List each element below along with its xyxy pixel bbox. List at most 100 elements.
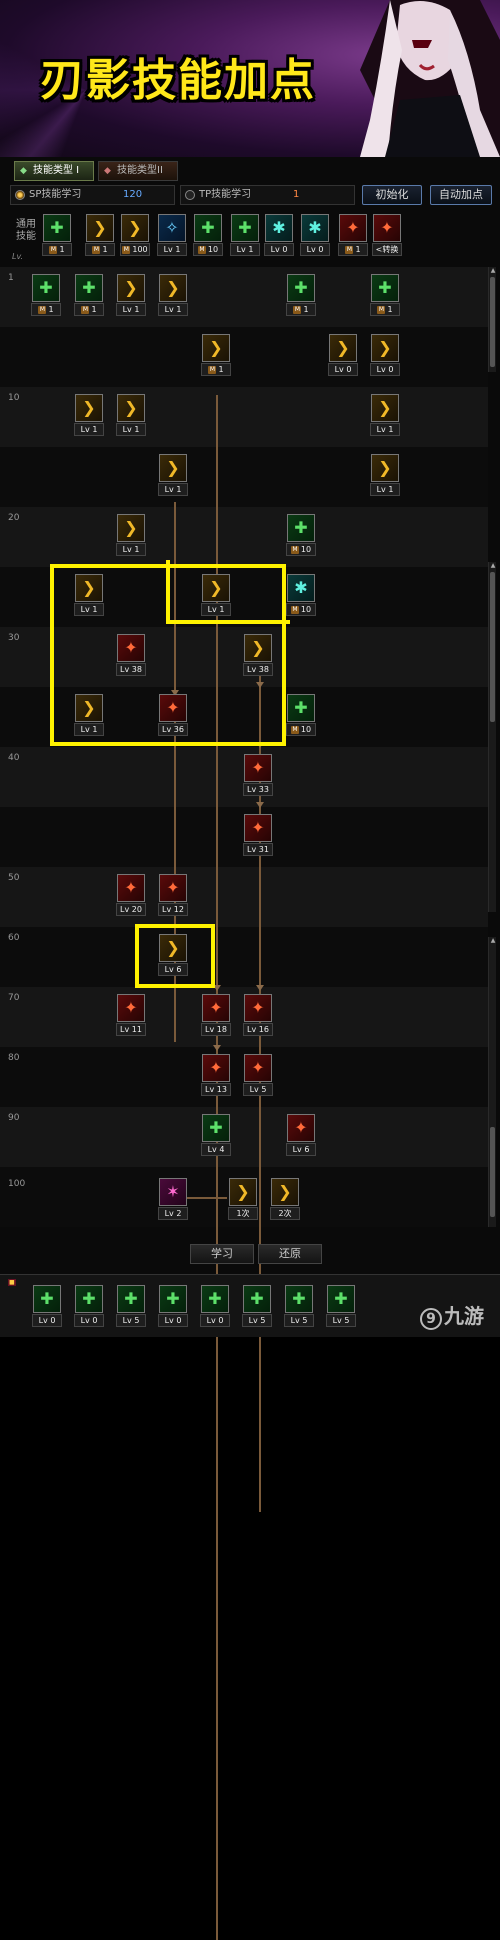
skill-icon[interactable]: ✦ <box>202 994 230 1022</box>
skill-icon[interactable]: ✦ <box>117 874 145 902</box>
skill-icon[interactable]: ✚ <box>75 1285 103 1313</box>
general-skill-slot[interactable]: ❯ M 100 <box>120 214 150 258</box>
skill-slot[interactable]: ✚ M 1 <box>74 274 104 318</box>
skill-icon[interactable]: ✚ <box>371 274 399 302</box>
skill-icon[interactable]: ❯ <box>371 334 399 362</box>
skill-slot[interactable]: ✦ Lv 20 <box>116 874 146 918</box>
skill-slot[interactable]: ❯ 1次 <box>228 1178 258 1222</box>
skill-slot[interactable]: ❯ Lv 1 <box>370 394 400 438</box>
skill-icon[interactable]: ✱ <box>265 214 293 242</box>
general-skill-slot[interactable]: ✱ Lv 0 <box>264 214 294 258</box>
skill-slot[interactable]: ❯ 2次 <box>270 1178 300 1222</box>
general-skill-slot[interactable]: ✦ M 1 <box>338 214 368 258</box>
skill-icon[interactable]: ❯ <box>117 274 145 302</box>
skill-icon[interactable]: ✦ <box>159 874 187 902</box>
skill-slot[interactable]: ❯ Lv 1 <box>158 454 188 498</box>
tab-skill-type-1[interactable]: ◆ 技能类型 I <box>14 161 94 181</box>
learn-button[interactable]: 学习 <box>190 1244 254 1264</box>
sp-learn-option[interactable]: SP技能学习 120 <box>10 185 175 205</box>
skill-icon[interactable]: ✚ <box>75 274 103 302</box>
skill-slot[interactable]: ❯ Lv 1 <box>116 394 146 438</box>
skill-icon[interactable]: ✱ <box>301 214 329 242</box>
skill-slot[interactable]: ✦ Lv 31 <box>243 814 273 858</box>
scroll-thumb[interactable] <box>490 277 495 367</box>
skill-slot[interactable]: ❯ Lv 1 <box>370 454 400 498</box>
skill-icon[interactable]: ✦ <box>244 994 272 1022</box>
skill-slot[interactable]: ✦ Lv 11 <box>116 994 146 1038</box>
skill-icon[interactable]: ✦ <box>244 754 272 782</box>
skill-slot[interactable]: ❯ Lv 1 <box>74 394 104 438</box>
skill-icon[interactable]: ✦ <box>117 994 145 1022</box>
skill-icon[interactable]: ✚ <box>287 514 315 542</box>
quick-slot[interactable]: ✚ Lv 0 <box>158 1285 188 1329</box>
skill-icon[interactable]: ✶ <box>159 1178 187 1206</box>
quick-slot[interactable]: ✚ Lv 5 <box>242 1285 272 1329</box>
skill-icon[interactable]: ✦ <box>373 214 401 242</box>
skill-icon[interactable]: ❯ <box>75 394 103 422</box>
skill-icon[interactable]: ❯ <box>86 214 114 242</box>
scrollbar[interactable]: ▲ <box>488 562 496 912</box>
general-skill-slot[interactable]: ✚ M 1 <box>42 214 72 258</box>
skill-slot[interactable]: ✚ M 10 <box>286 694 316 738</box>
skill-icon[interactable]: ✚ <box>243 1285 271 1313</box>
skill-icon[interactable]: ✚ <box>285 1285 313 1313</box>
quick-slot[interactable]: ✚ Lv 5 <box>116 1285 146 1329</box>
quick-slot[interactable]: ✚ Lv 0 <box>32 1285 62 1329</box>
skill-slot[interactable]: ✚ Lv 4 <box>201 1114 231 1158</box>
scroll-up-icon[interactable]: ▲ <box>489 267 497 275</box>
skill-icon[interactable]: ✚ <box>33 1285 61 1313</box>
skill-slot[interactable]: ✚ M 1 <box>370 274 400 318</box>
skill-slot[interactable]: ✚ M 1 <box>286 274 316 318</box>
skill-icon[interactable]: ✦ <box>339 214 367 242</box>
skill-slot[interactable]: ✱ M 10 <box>286 574 316 618</box>
scroll-thumb[interactable] <box>490 1127 495 1217</box>
skill-slot[interactable]: ❯ Lv 1 <box>116 514 146 558</box>
skill-icon[interactable]: ✦ <box>287 1114 315 1142</box>
skill-slot[interactable]: ✦ Lv 16 <box>243 994 273 1038</box>
quick-slot[interactable]: ✚ Lv 5 <box>284 1285 314 1329</box>
skill-icon[interactable]: ✚ <box>159 1285 187 1313</box>
skill-slot[interactable]: ✦ Lv 6 <box>286 1114 316 1158</box>
skill-slot[interactable]: ✦ Lv 33 <box>243 754 273 798</box>
quick-slot[interactable]: ✚ Lv 0 <box>200 1285 230 1329</box>
quick-slot[interactable]: ✚ Lv 0 <box>74 1285 104 1329</box>
skill-icon[interactable]: ✦ <box>244 1054 272 1082</box>
skill-icon[interactable]: ❯ <box>159 274 187 302</box>
skill-icon[interactable]: ❯ <box>202 334 230 362</box>
skill-icon[interactable]: ✚ <box>287 694 315 722</box>
skill-slot[interactable]: ✚ M 10 <box>286 514 316 558</box>
skill-icon[interactable]: ✚ <box>231 214 259 242</box>
skill-icon[interactable]: ✚ <box>327 1285 355 1313</box>
skill-icon[interactable]: ❯ <box>117 394 145 422</box>
general-skill-slot[interactable]: ✱ Lv 0 <box>300 214 330 258</box>
scrollbar[interactable]: ▲ <box>488 267 496 372</box>
skill-icon[interactable]: ✚ <box>201 1285 229 1313</box>
skill-slot[interactable]: ❯ M 1 <box>201 334 231 378</box>
scroll-up-icon[interactable]: ▲ <box>489 937 497 945</box>
skill-slot[interactable]: ✦ Lv 18 <box>201 994 231 1038</box>
tp-learn-option[interactable]: TP技能学习 1 <box>180 185 355 205</box>
skill-icon[interactable]: ✚ <box>32 274 60 302</box>
reset-button[interactable]: 初始化 <box>362 185 422 205</box>
skill-slot[interactable]: ❯ Lv 1 <box>158 274 188 318</box>
skill-slot[interactable]: ❯ Lv 0 <box>370 334 400 378</box>
quick-slot[interactable]: ✚ Lv 5 <box>326 1285 356 1329</box>
skill-icon[interactable]: ✚ <box>117 1285 145 1313</box>
skill-slot[interactable]: ✦ Lv 12 <box>158 874 188 918</box>
skill-slot[interactable]: ✦ Lv 5 <box>243 1054 273 1098</box>
skill-icon[interactable]: ❯ <box>159 454 187 482</box>
skill-icon[interactable]: ✚ <box>202 1114 230 1142</box>
skill-icon[interactable]: ✦ <box>244 814 272 842</box>
general-skill-slot[interactable]: ❯ M 1 <box>85 214 115 258</box>
revert-button[interactable]: 还原 <box>258 1244 322 1264</box>
scrollbar[interactable]: ▲ <box>488 937 496 1227</box>
skill-icon[interactable]: ❯ <box>329 334 357 362</box>
skill-icon[interactable]: ✚ <box>194 214 222 242</box>
skill-icon[interactable]: ❯ <box>121 214 149 242</box>
general-skill-slot[interactable]: ✦ <转换 <box>372 214 402 258</box>
scroll-thumb[interactable] <box>490 572 495 722</box>
tab-skill-type-2[interactable]: ◆ 技能类型II <box>98 161 178 181</box>
skill-icon[interactable]: ✚ <box>287 274 315 302</box>
skill-slot[interactable]: ❯ Lv 1 <box>116 274 146 318</box>
skill-icon[interactable]: ❯ <box>371 454 399 482</box>
